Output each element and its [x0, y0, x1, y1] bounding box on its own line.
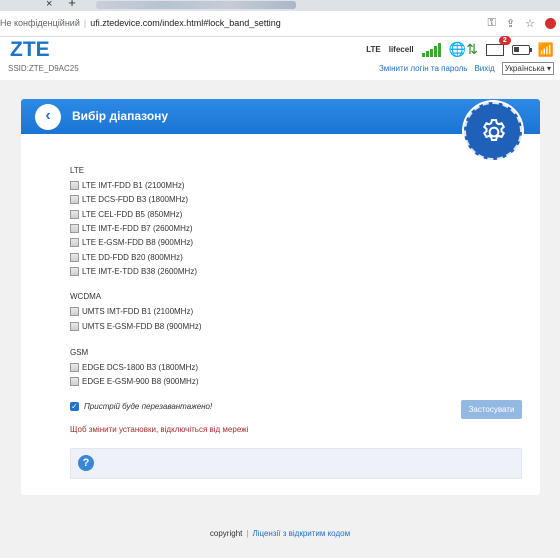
band-checkbox-lte-b5[interactable]: LTE CEL-FDD B5 (850MHz)	[70, 209, 182, 219]
lte-section-title: LTE	[70, 166, 85, 175]
band-label: LTE E-GSM-FDD B8 (900MHz)	[82, 237, 193, 247]
checkbox[interactable]	[70, 266, 79, 276]
zte-logo: ZTE	[10, 38, 50, 61]
back-button[interactable]: ‹	[35, 104, 61, 130]
disconnect-warning: Щоб змінити установки, відключіться від …	[70, 425, 249, 434]
band-label: LTE DD-FDD B20 (800MHz)	[82, 252, 183, 262]
checkbox[interactable]	[70, 321, 79, 331]
reboot-label: Пристрій буде перезавантажено!	[84, 402, 213, 411]
band-checkbox-edge-b8[interactable]: EDGE E-GSM-900 B8 (900MHz)	[70, 376, 198, 386]
band-selection-card: ‹ Вибір діапазону LTE LTE IMT-FDD B1 (21…	[21, 99, 540, 495]
wcdma-section-title: WCDMA	[70, 292, 102, 301]
band-label: LTE DCS-FDD B3 (1800MHz)	[82, 194, 189, 204]
star-icon[interactable]: ☆	[525, 17, 535, 30]
messages-icon[interactable]: 2	[485, 35, 511, 56]
help-icon[interactable]: ?	[78, 455, 94, 471]
band-checkbox-umts-b8[interactable]: UMTS E-GSM-FDD B8 (900MHz)	[70, 321, 202, 331]
checkbox[interactable]	[70, 194, 79, 204]
license-link[interactable]: Ліцензії з відкритим кодом	[252, 529, 350, 538]
settings-gear-icon	[464, 102, 522, 160]
battery-icon	[511, 44, 532, 55]
reboot-checkbox[interactable]: ✓	[70, 402, 79, 411]
language-select[interactable]: Українська ▾	[501, 62, 554, 75]
band-checkbox-umts-b1[interactable]: UMTS IMT-FDD B1 (2100MHz)	[70, 306, 193, 316]
band-checkbox-edge-b3[interactable]: EDGE DCS-1800 B3 (1800MHz)	[70, 362, 198, 372]
page-title: Вибір діапазону	[72, 109, 169, 123]
band-label: EDGE E-GSM-900 B8 (900MHz)	[82, 376, 199, 386]
wifi-icon: 📶	[537, 41, 554, 57]
blurred-tabs	[96, 1, 296, 9]
band-checkbox-lte-b38[interactable]: LTE IMT-E-TDD B38 (2600MHz)	[70, 266, 197, 276]
footer: copyright | Ліцензії з відкритим кодом	[0, 529, 560, 538]
url-text[interactable]: ufi.ztedevice.com/index.html#lock_band_s…	[90, 18, 281, 28]
copyright-text: copyright	[209, 529, 243, 538]
band-label: UMTS IMT-FDD B1 (2100MHz)	[82, 306, 194, 316]
checkbox[interactable]	[70, 209, 79, 219]
apply-button[interactable]: Застосувати	[461, 400, 522, 419]
card-header: ‹ Вибір діапазону	[21, 99, 540, 134]
checkbox[interactable]	[70, 362, 79, 372]
signal-strength-icon	[421, 42, 441, 57]
checkbox[interactable]	[70, 376, 79, 386]
band-checkbox-lte-b7[interactable]: LTE IMT-E-FDD B7 (2600MHz)	[70, 223, 193, 233]
band-label: LTE IMT-E-FDD B7 (2600MHz)	[82, 223, 193, 233]
band-label: EDGE DCS-1800 B3 (1800MHz)	[82, 362, 199, 372]
header-links: Змінити логін та пароль Вихід Українська…	[379, 62, 554, 75]
address-text[interactable]: Не конфіденційний | ufi.ztedevice.com/inde…	[0, 18, 281, 28]
band-checkbox-lte-b1[interactable]: LTE IMT-FDD B1 (2100MHz)	[70, 180, 185, 190]
gsm-section-title: GSM	[70, 348, 89, 357]
router-header: ZTE SSID:ZTE_D9AC25 LTE lifecell 🌐⇅ 2 📶 …	[0, 35, 560, 80]
checkbox[interactable]	[70, 237, 79, 247]
checkbox[interactable]	[70, 252, 79, 262]
checkbox[interactable]	[70, 306, 79, 316]
band-label: LTE IMT-E-TDD B38 (2600MHz)	[82, 266, 197, 276]
close-tab-icon[interactable]: ×	[46, 0, 52, 10]
checkbox[interactable]	[70, 180, 79, 190]
checkbox[interactable]	[70, 223, 79, 233]
new-tab-button[interactable]: +	[66, 0, 78, 9]
ssid-label: SSID:ZTE_D9AC25	[8, 64, 79, 73]
address-separator: |	[83, 18, 87, 28]
band-label: LTE CEL-FDD B5 (850MHz)	[82, 209, 183, 219]
security-indicator[interactable]: Не конфіденційний	[0, 18, 80, 28]
help-panel: ?	[70, 448, 522, 479]
key-icon[interactable]: ⚿	[488, 17, 496, 30]
band-checkbox-lte-b20[interactable]: LTE DD-FDD B20 (800MHz)	[70, 252, 183, 262]
footer-separator: |	[246, 529, 249, 538]
browser-toolbar: ⚿ ⇪ ☆	[488, 17, 556, 30]
share-icon[interactable]: ⇪	[506, 17, 515, 30]
logout-link[interactable]: Вихід	[474, 64, 494, 73]
band-checkbox-lte-b3[interactable]: LTE DCS-FDD B3 (1800MHz)	[70, 194, 188, 204]
reboot-notice[interactable]: ✓ Пристрій буде перезавантажено!	[70, 402, 212, 411]
change-login-link[interactable]: Змінити логін та пароль	[379, 64, 467, 73]
band-label: LTE IMT-FDD B1 (2100MHz)	[82, 180, 185, 190]
band-checkbox-lte-b8[interactable]: LTE E-GSM-FDD B8 (900MHz)	[70, 237, 193, 247]
operator-name: lifecell	[388, 45, 414, 54]
network-type: LTE	[366, 45, 381, 54]
browser-tab-strip: × +	[0, 0, 560, 11]
address-bar[interactable]: Не конфіденційний | ufi.ztedevice.com/inde…	[0, 11, 560, 37]
internet-connected-icon: 🌐⇅	[448, 41, 478, 57]
opera-icon[interactable]	[545, 18, 556, 29]
message-count-badge: 2	[498, 35, 511, 45]
status-bar: LTE lifecell 🌐⇅ 2 📶	[366, 35, 554, 58]
band-label: UMTS E-GSM-FDD B8 (900MHz)	[82, 321, 202, 331]
